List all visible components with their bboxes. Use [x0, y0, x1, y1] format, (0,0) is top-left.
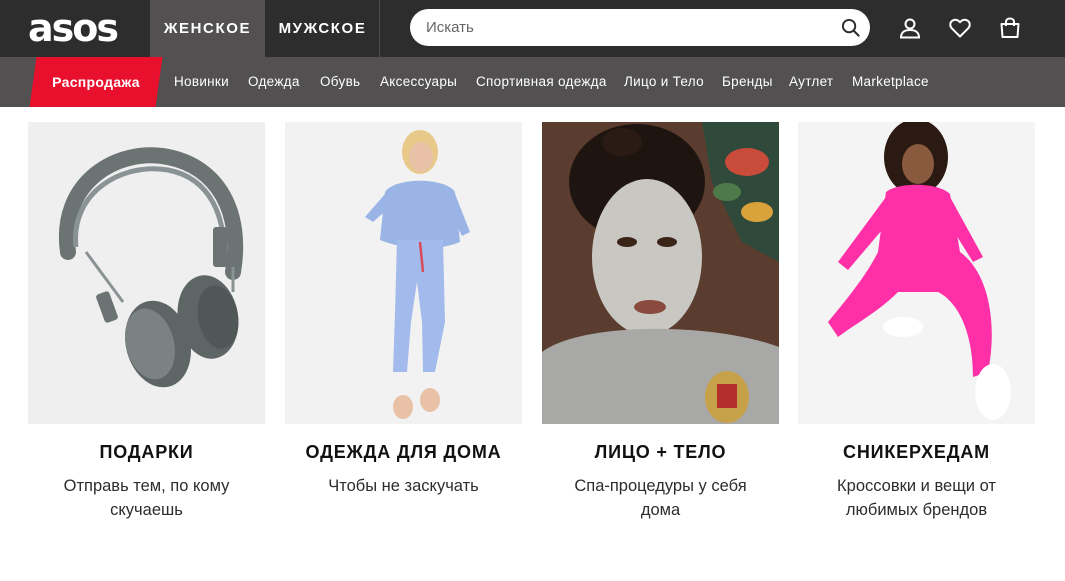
nav-sportswear[interactable]: Спортивная одежда	[476, 57, 607, 107]
asos-logo[interactable]: asos	[28, 8, 138, 48]
heart-icon[interactable]	[948, 16, 972, 40]
nav-new[interactable]: Новинки	[174, 57, 229, 107]
nav-marketplace[interactable]: Marketplace	[852, 57, 929, 107]
face-mask-image[interactable]	[542, 122, 779, 424]
category-nav: Распродажа Новинки Одежда Обувь Аксессуа…	[0, 57, 1065, 107]
loungewear-image[interactable]	[285, 122, 522, 424]
search-input[interactable]	[426, 9, 836, 46]
pink-tracksuit-image[interactable]	[798, 122, 1035, 424]
card-title[interactable]: СНИКЕРХЕДАМ	[798, 442, 1035, 463]
tab-men[interactable]: МУЖСКОЕ	[265, 0, 380, 57]
nav-shoes[interactable]: Обувь	[320, 57, 360, 107]
promo-card-face-body[interactable]: ЛИЦО + ТЕЛО Спа-процедуры у себя дома	[542, 122, 779, 522]
nav-sale[interactable]: Распродажа	[33, 57, 159, 107]
promo-card-loungewear[interactable]: ОДЕЖДА ДЛЯ ДОМА Чтобы не заскучать	[285, 122, 522, 498]
card-title[interactable]: ПОДАРКИ	[28, 442, 265, 463]
headphones-image[interactable]	[28, 122, 265, 424]
nav-accessories[interactable]: Аксессуары	[380, 57, 457, 107]
card-subtitle: Чтобы не заскучать	[328, 477, 479, 495]
promo-card-sneakerheads[interactable]: СНИКЕРХЕДАМ Кроссовки и вещи от любимых …	[798, 122, 1035, 522]
search-icon[interactable]	[841, 18, 860, 37]
card-title[interactable]: ОДЕЖДА ДЛЯ ДОМА	[285, 442, 522, 463]
card-subtitle: Кроссовки и вещи от любимых брендов	[837, 477, 996, 519]
nav-clothing[interactable]: Одежда	[248, 57, 300, 107]
search-bar	[410, 9, 870, 46]
bag-icon[interactable]	[998, 16, 1022, 40]
tab-women[interactable]: ЖЕНСКОЕ	[150, 0, 265, 57]
tab-divider	[379, 0, 380, 57]
card-subtitle: Спа-процедуры у себя дома	[574, 477, 747, 519]
nav-brands[interactable]: Бренды	[722, 57, 773, 107]
promo-card-gifts[interactable]: ПОДАРКИ Отправь тем, по кому скучаешь	[28, 122, 265, 522]
nav-face-body[interactable]: Лицо и Тело	[624, 57, 704, 107]
account-icon[interactable]	[898, 16, 922, 40]
top-bar: asos ЖЕНСКОЕ МУЖСКОЕ	[0, 0, 1065, 57]
nav-outlet[interactable]: Аутлет	[789, 57, 833, 107]
card-title[interactable]: ЛИЦО + ТЕЛО	[542, 442, 779, 463]
card-subtitle: Отправь тем, по кому скучаешь	[63, 477, 230, 519]
